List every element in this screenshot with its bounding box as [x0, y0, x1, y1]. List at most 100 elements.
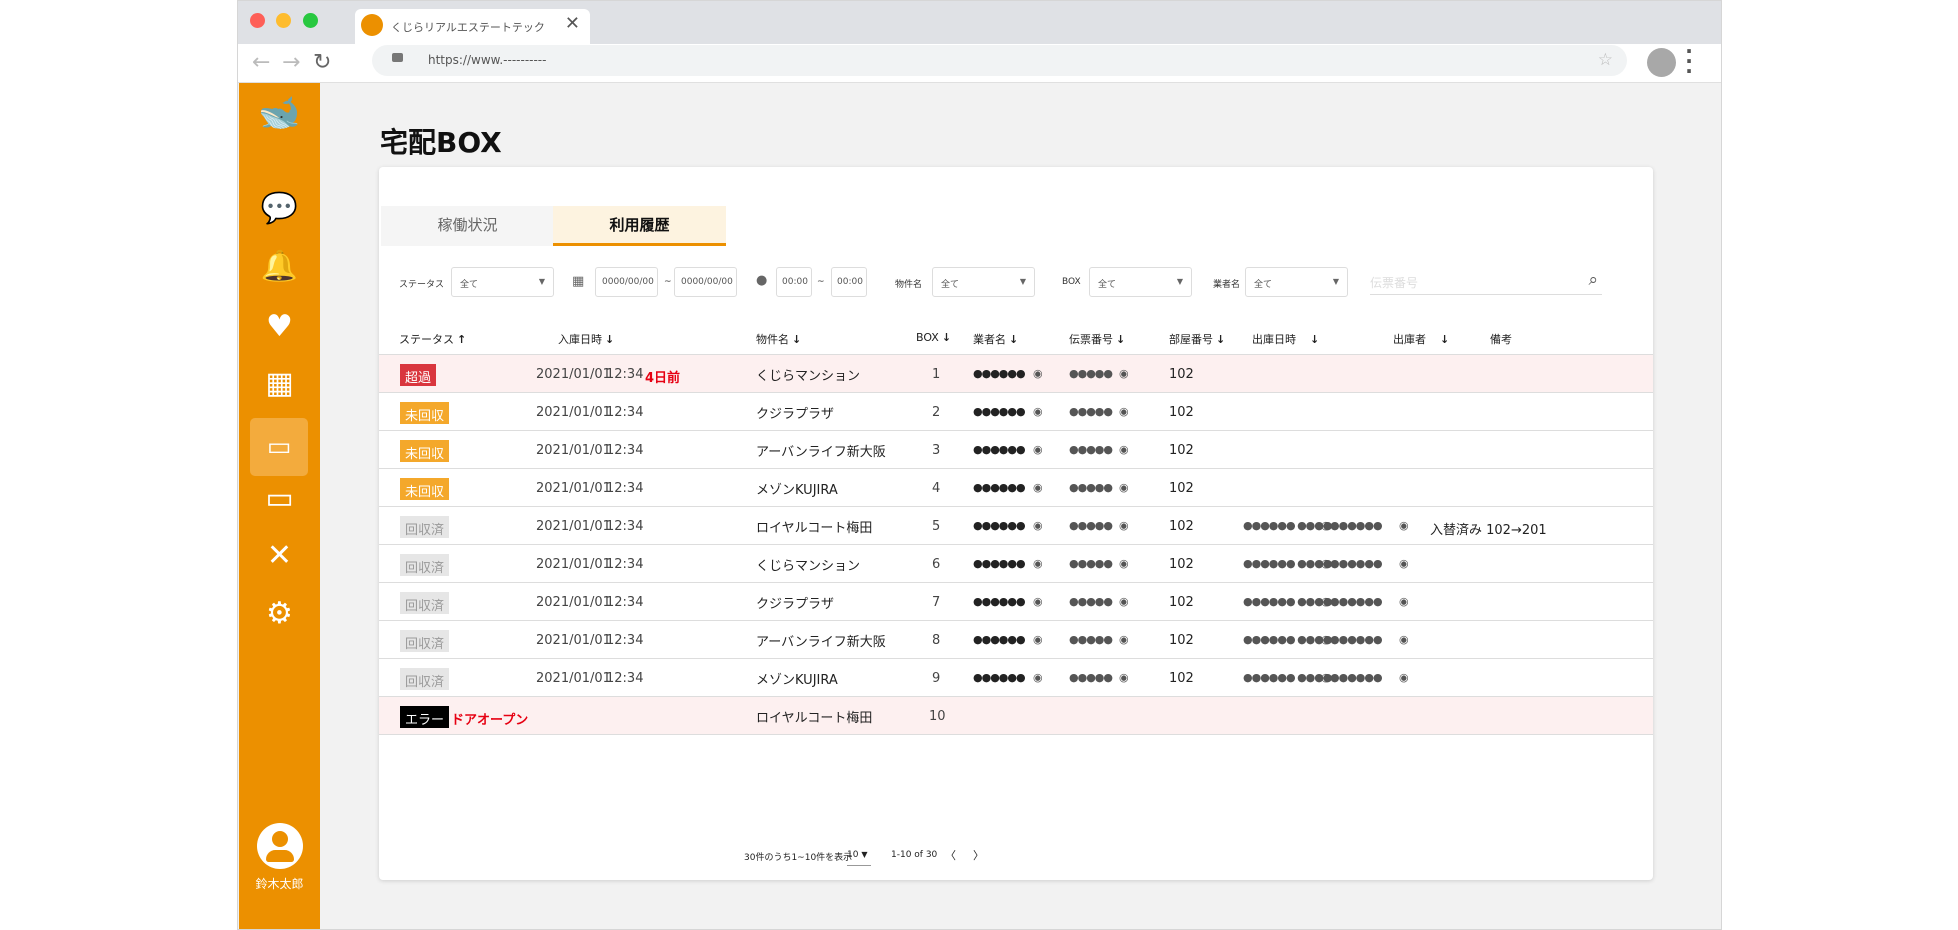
status-badge: 回収済	[400, 630, 450, 652]
forward-icon[interactable]: →	[282, 50, 300, 75]
credit-card-icon[interactable]: ▭	[239, 481, 320, 516]
time-from-input[interactable]: 00:00	[776, 267, 812, 297]
eye-icon[interactable]: ◉	[1119, 367, 1129, 380]
eye-icon[interactable]: ◉	[1119, 443, 1129, 456]
tab-usage-history[interactable]: 利用履歴	[553, 206, 726, 246]
column-header[interactable]: ステータス ↑	[399, 331, 466, 347]
status-filter-select[interactable]: 全て ▼	[451, 267, 554, 297]
table-bottom-divider	[379, 734, 1653, 735]
eye-icon[interactable]: ◉	[1119, 405, 1129, 418]
eye-icon[interactable]: ◉	[1399, 557, 1409, 570]
vendor-filter-label: 業者名	[1213, 280, 1241, 290]
table-row[interactable]: 回収済 2021/01/01 12:34 ロイヤルコート梅田 5 ●●●●●● ◉ ●●●●●…	[379, 506, 1653, 544]
chat-icon[interactable]: 💬	[239, 191, 320, 226]
close-tab-icon[interactable]: ✕	[565, 13, 580, 34]
time-to-input[interactable]: 00:00	[831, 267, 867, 297]
table-row[interactable]: 回収済 2021/01/01 12:34 アーバンライフ新大阪 8 ●●●●●● ◉ ●●●●…	[379, 620, 1653, 658]
sort-arrow-icon[interactable]: ↓	[1116, 333, 1125, 346]
eye-icon[interactable]: ◉	[1399, 633, 1409, 646]
sort-arrow-icon[interactable]: ↓	[1310, 333, 1319, 346]
box-filter-label: BOX	[1062, 277, 1081, 287]
next-page-button[interactable]: 〉	[973, 847, 984, 863]
user-avatar-icon[interactable]	[257, 823, 303, 869]
column-header[interactable]: 備考	[1490, 331, 1515, 347]
property-name: くじらマンション	[756, 369, 861, 384]
url-bar[interactable]: https://www.---------- ☆	[372, 45, 1627, 76]
vendor-filter-select[interactable]: 全て ▼	[1245, 267, 1348, 297]
bell-icon[interactable]: 🔔	[239, 249, 320, 284]
table-row[interactable]: 回収済 2021/01/01 12:34 クジラプラザ 7 ●●●●●● ◉ ●●●●● ◉ 10…	[379, 582, 1653, 620]
browser-tab[interactable]: くじらリアルエステートテック ✕	[355, 9, 590, 44]
time-separator: ~	[817, 277, 825, 287]
eye-icon[interactable]: ◉	[1399, 519, 1409, 532]
back-icon[interactable]: ←	[252, 50, 270, 75]
eye-icon[interactable]: ◉	[1033, 481, 1043, 494]
column-header[interactable]: 物件名 ↓	[756, 331, 801, 347]
eye-icon[interactable]: ◉	[1033, 367, 1043, 380]
status-filter-label: ステータス	[399, 280, 445, 290]
building-icon[interactable]: ▦	[239, 366, 320, 401]
eye-icon[interactable]: ◉	[1119, 633, 1129, 646]
per-page-select[interactable]: 10 ▼	[847, 844, 871, 866]
sort-arrow-icon[interactable]: ↓	[942, 331, 951, 344]
sort-arrow-icon[interactable]: ↓	[1216, 333, 1225, 346]
column-header[interactable]: 出庫者 ↓	[1393, 331, 1449, 347]
table-row[interactable]: 回収済 2021/01/01 12:34 メゾンKUJIRA 9 ●●●●●● ◉ ●●●●●…	[379, 658, 1653, 696]
eye-icon[interactable]: ◉	[1033, 671, 1043, 684]
column-header[interactable]: 業者名 ↓	[973, 331, 1018, 347]
status-badge: 回収済	[400, 668, 450, 690]
prev-page-button[interactable]: 〈	[945, 847, 956, 863]
bookmark-star-icon[interactable]: ☆	[1598, 50, 1613, 70]
column-header[interactable]: 伝票番号 ↓	[1069, 331, 1125, 347]
table-row[interactable]: 未回収 2021/01/01 12:34 クジラプラザ 2 ●●●●●● ◉ ●●●●● ◉ 10…	[379, 392, 1653, 430]
eye-icon[interactable]: ◉	[1033, 519, 1043, 532]
reload-icon[interactable]: ↻	[313, 50, 331, 75]
eye-icon[interactable]: ◉	[1119, 557, 1129, 570]
eye-icon[interactable]: ◉	[1033, 443, 1043, 456]
eye-icon[interactable]: ◉	[1119, 481, 1129, 494]
eye-icon[interactable]: ◉	[1033, 557, 1043, 570]
eye-icon[interactable]: ◉	[1033, 595, 1043, 608]
table-row[interactable]: エラー ドアオープン ロイヤルコート梅田 10	[379, 696, 1653, 734]
tools-icon[interactable]: ✕	[239, 538, 320, 573]
close-window-button[interactable]	[250, 13, 265, 28]
profile-avatar[interactable]	[1647, 48, 1676, 77]
column-header[interactable]: BOX ↓	[916, 331, 951, 344]
sort-arrow-icon[interactable]: ↓	[1440, 333, 1449, 346]
table-row[interactable]: 未回収 2021/01/01 12:34 アーバンライフ新大阪 3 ●●●●●● ◉ ●●●●…	[379, 430, 1653, 468]
date-from-input[interactable]: 0000/00/00	[595, 267, 658, 297]
box-number: 3	[932, 443, 941, 458]
sort-arrow-icon[interactable]: ↓	[792, 333, 801, 346]
eye-icon[interactable]: ◉	[1119, 519, 1129, 532]
sort-arrow-icon[interactable]: ↓	[1009, 333, 1018, 346]
property-filter-select[interactable]: 全て ▼	[932, 267, 1035, 297]
table-row[interactable]: 超過 2021/01/01 12:34 4日前 くじらマンション 1 ●●●●●● ◉ ●●●●…	[379, 354, 1653, 392]
column-header[interactable]: 出庫日時 ↓	[1252, 331, 1319, 347]
sort-arrow-icon[interactable]: ↑	[457, 333, 466, 346]
eye-icon[interactable]: ◉	[1399, 671, 1409, 684]
search-icon[interactable]: ⌕	[1588, 270, 1598, 290]
property-name: メゾンKUJIRA	[756, 483, 838, 498]
column-header[interactable]: 入庫日時 ↓	[558, 331, 614, 347]
tab-operation-status[interactable]: 稼働状況	[381, 206, 554, 246]
minimize-window-button[interactable]	[276, 13, 291, 28]
room-number: 102	[1169, 443, 1194, 458]
browser-menu-icon[interactable]: · · ·	[1683, 41, 1695, 81]
table-row[interactable]: 回収済 2021/01/01 12:34 くじらマンション 6 ●●●●●● ◉ ●●●●● ◉…	[379, 544, 1653, 582]
eye-icon[interactable]: ◉	[1033, 405, 1043, 418]
eye-icon[interactable]: ◉	[1033, 633, 1043, 646]
table-row[interactable]: 未回収 2021/01/01 12:34 メゾンKUJIRA 4 ●●●●●● ◉ ●●●●●…	[379, 468, 1653, 506]
slip-number-search[interactable]: 伝票番号 ⌕	[1370, 270, 1602, 295]
eye-icon[interactable]: ◉	[1119, 595, 1129, 608]
maximize-window-button[interactable]	[303, 13, 318, 28]
whale-logo-icon[interactable]: 🐋	[239, 93, 320, 133]
delivery-box-icon[interactable]: ▭	[250, 418, 308, 476]
box-filter-select[interactable]: 全て ▼	[1089, 267, 1192, 297]
heart-icon[interactable]: ♥	[239, 309, 320, 344]
gear-icon[interactable]: ⚙	[239, 596, 320, 631]
date-to-input[interactable]: 0000/00/00	[674, 267, 737, 297]
eye-icon[interactable]: ◉	[1119, 671, 1129, 684]
eye-icon[interactable]: ◉	[1399, 595, 1409, 608]
sort-arrow-icon[interactable]: ↓	[605, 333, 614, 346]
column-header[interactable]: 部屋番号 ↓	[1169, 331, 1225, 347]
